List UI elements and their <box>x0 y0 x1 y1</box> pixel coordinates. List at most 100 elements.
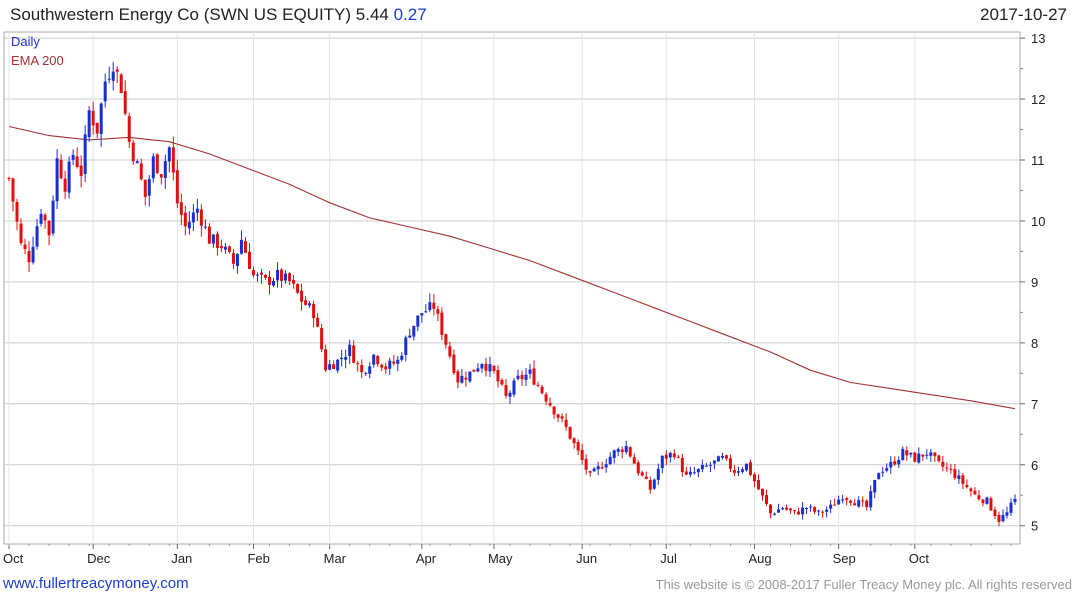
candle-body <box>985 497 989 504</box>
candle-body <box>785 507 789 510</box>
candle-body <box>360 364 364 373</box>
candle-body <box>708 464 712 466</box>
candle-body <box>604 464 608 468</box>
candle-body <box>456 371 460 383</box>
candle-body <box>175 170 179 204</box>
candle-body <box>476 368 480 372</box>
candle-body <box>388 360 392 369</box>
chart-header: Southwestern Energy Co (SWN US EQUITY) 5… <box>0 0 1075 30</box>
candle-body <box>167 147 171 162</box>
price-change: 0.27 <box>393 5 427 24</box>
candle-body <box>268 276 272 285</box>
candle-body <box>953 469 957 479</box>
candle-body <box>508 392 512 397</box>
candle-body <box>616 448 620 452</box>
candle-body <box>260 272 264 275</box>
candle-body <box>676 456 680 458</box>
candle-body <box>889 461 893 468</box>
candle-body <box>464 377 468 380</box>
candle-body <box>492 365 496 371</box>
candle-body <box>11 178 15 202</box>
candle-body <box>777 509 781 513</box>
candle-body <box>821 511 825 513</box>
site-link[interactable]: www.fullertreacymoney.com <box>3 575 189 592</box>
candle-body <box>219 246 223 249</box>
candle-body <box>67 161 71 193</box>
candle-body <box>468 371 472 382</box>
candle-body <box>608 456 612 465</box>
candle-body <box>396 359 400 364</box>
candle-body <box>600 467 604 469</box>
candle-body <box>472 369 476 372</box>
legend-daily: Daily <box>11 34 40 49</box>
candle-body <box>648 479 652 490</box>
candle-body <box>83 134 87 174</box>
candle-body <box>660 455 664 469</box>
candle-body <box>528 369 532 374</box>
candle-body <box>408 335 412 338</box>
candle-body <box>300 290 304 302</box>
candle-body <box>276 269 280 281</box>
candle-body <box>488 364 492 372</box>
candle-body <box>877 473 881 480</box>
candle <box>512 377 516 398</box>
candle <box>119 73 123 94</box>
candle-body <box>536 384 540 386</box>
candle-body <box>744 463 748 471</box>
candle-body <box>392 361 396 364</box>
y-tick-label: 8 <box>1031 336 1038 351</box>
candle-body <box>656 468 660 480</box>
x-tick-label: Oct <box>3 551 24 566</box>
candle-body <box>288 273 292 282</box>
candle-body <box>580 449 584 461</box>
candle-body <box>187 221 191 229</box>
y-tick-label: 6 <box>1031 458 1038 473</box>
candle-body <box>416 315 420 327</box>
candle-body <box>115 69 119 72</box>
candle-body <box>765 494 769 504</box>
candle <box>67 156 71 199</box>
candle-body <box>452 354 456 373</box>
candle <box>87 106 91 142</box>
x-tick-label: Jul <box>660 551 677 566</box>
x-tick-label: Jan <box>171 551 192 566</box>
candle-body <box>143 179 147 197</box>
candle-body <box>853 503 857 506</box>
candle-body <box>805 507 809 509</box>
candle <box>989 496 993 511</box>
candle-body <box>19 223 23 244</box>
candle-body <box>845 498 849 500</box>
candle-body <box>412 325 416 337</box>
candle-body <box>251 269 255 276</box>
candle-body <box>540 386 544 394</box>
candle-body <box>95 122 99 134</box>
candle-body <box>420 313 424 316</box>
candle-body <box>75 156 79 167</box>
candle-body <box>155 154 159 174</box>
candle-body <box>865 500 869 508</box>
candle-body <box>797 511 801 515</box>
candle <box>568 426 572 440</box>
candle-body <box>640 472 644 476</box>
candle-body <box>424 311 428 313</box>
candle-body <box>997 514 1001 522</box>
candle <box>51 195 55 237</box>
candle-body <box>43 214 47 221</box>
candle-body <box>592 468 596 472</box>
candle <box>468 371 472 383</box>
candle-body <box>584 458 588 470</box>
candle-body <box>328 364 332 370</box>
candle-body <box>215 233 219 248</box>
candle-body <box>272 280 276 286</box>
candle-body <box>7 177 11 179</box>
x-tick-label: Sep <box>833 551 856 566</box>
candle-body <box>35 226 39 247</box>
candle-body <box>496 370 500 382</box>
y-tick-label: 7 <box>1031 397 1038 412</box>
candle-body <box>560 416 564 419</box>
candle-body <box>255 274 259 276</box>
candle-body <box>628 447 632 457</box>
candle-body <box>841 499 845 501</box>
candle-body <box>716 456 720 462</box>
candle-body <box>376 356 380 365</box>
